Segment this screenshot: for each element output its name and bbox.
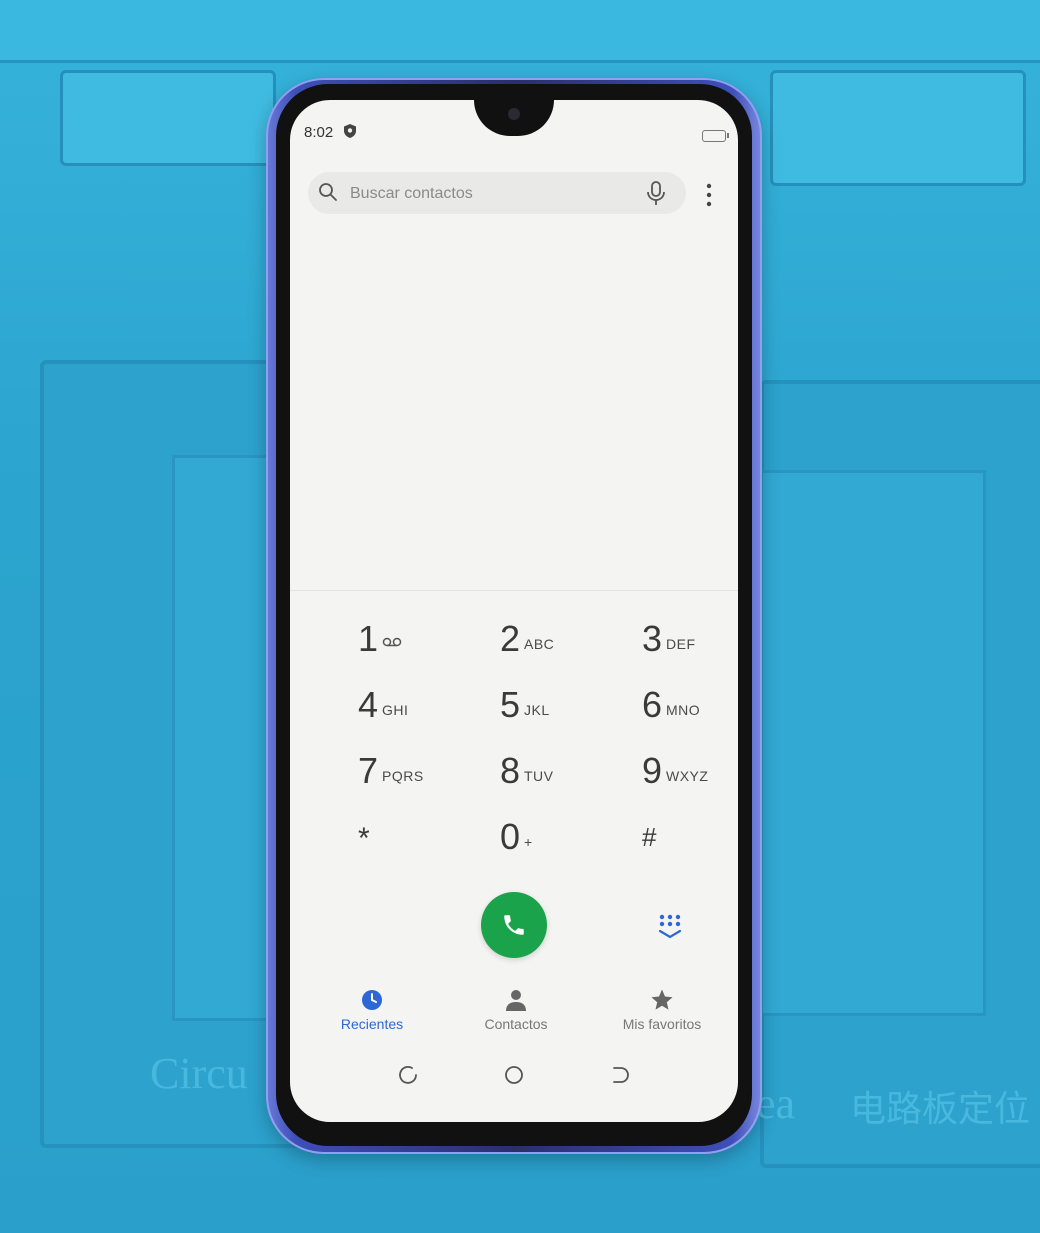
key-digit: * bbox=[358, 822, 370, 855]
dial-key-7[interactable]: 7 PQRS bbox=[358, 750, 478, 806]
mat-print-text: Circu bbox=[150, 1049, 248, 1098]
dialpad: 1 2 ABC 3 DEF 4 GHI 5 JKL 6 MNO 7 PQRS 8… bbox=[290, 600, 738, 870]
call-button[interactable] bbox=[481, 892, 547, 958]
phone: 8:02 Buscar contactos 1 2 ABC 3 DEF 4 GH… bbox=[266, 78, 762, 1154]
mat-slot bbox=[60, 70, 276, 166]
notch bbox=[474, 100, 554, 136]
voicemail-icon bbox=[382, 637, 402, 647]
key-letters: WXYZ bbox=[666, 768, 709, 784]
tab-label: Recientes bbox=[340, 1016, 404, 1032]
dial-key-1[interactable]: 1 bbox=[358, 618, 478, 674]
dial-key-5[interactable]: 5 JKL bbox=[500, 684, 620, 740]
key-digit: 1 bbox=[358, 618, 379, 659]
tab-recientes[interactable]: Recientes bbox=[312, 988, 432, 1044]
tab-mis-favoritos[interactable]: Mis favoritos bbox=[602, 988, 722, 1044]
key-letters: PQRS bbox=[382, 768, 424, 784]
phone-screen: 8:02 Buscar contactos 1 2 ABC 3 DEF 4 GH… bbox=[290, 100, 738, 1122]
dial-key-4[interactable]: 4 GHI bbox=[358, 684, 478, 740]
shield-icon bbox=[344, 124, 356, 138]
dial-key-hash[interactable]: # bbox=[642, 816, 738, 872]
key-letters: GHI bbox=[382, 702, 409, 718]
more-options-icon[interactable] bbox=[704, 182, 714, 208]
key-digit: 4 bbox=[358, 684, 379, 725]
key-letters: ABC bbox=[524, 636, 555, 652]
search-icon bbox=[319, 183, 337, 201]
home-nav-icon[interactable] bbox=[503, 1064, 525, 1086]
key-letters: MNO bbox=[666, 702, 701, 718]
mat-slot bbox=[770, 70, 1026, 186]
phone-icon bbox=[504, 915, 524, 935]
dial-key-9[interactable]: 9 WXYZ bbox=[642, 750, 738, 806]
key-letters: + bbox=[524, 834, 533, 850]
key-digit: 8 bbox=[500, 750, 521, 791]
search-input[interactable] bbox=[348, 182, 642, 206]
battery-icon bbox=[702, 130, 729, 142]
key-letters: DEF bbox=[666, 636, 696, 652]
tab-label: Contactos bbox=[484, 1016, 548, 1032]
key-digit: 9 bbox=[642, 750, 663, 791]
divider bbox=[290, 590, 738, 591]
dial-key-6[interactable]: 6 MNO bbox=[642, 684, 738, 740]
dial-key-0[interactable]: 0 + bbox=[500, 816, 620, 872]
key-digit: 7 bbox=[358, 750, 379, 791]
key-digit: 5 bbox=[500, 684, 521, 725]
key-digit: 0 bbox=[500, 816, 521, 857]
dialpad-toggle-icon[interactable] bbox=[656, 912, 684, 940]
mat-top-rail bbox=[0, 0, 1040, 63]
key-digit: 6 bbox=[642, 684, 663, 725]
key-letters: JKL bbox=[524, 702, 550, 718]
back-nav-icon[interactable] bbox=[608, 1064, 630, 1086]
clock-icon bbox=[362, 990, 382, 1010]
recent-apps-nav-icon[interactable] bbox=[398, 1064, 420, 1086]
key-digit: 2 bbox=[500, 618, 521, 659]
search-bar[interactable] bbox=[308, 172, 686, 214]
mat-inner-right bbox=[760, 470, 986, 1016]
front-camera bbox=[508, 108, 520, 120]
mic-icon[interactable] bbox=[644, 180, 668, 206]
dial-key-8[interactable]: 8 TUV bbox=[500, 750, 620, 806]
mat-print-cjk: 电路板定位 bbox=[850, 1089, 1031, 1130]
status-time: 8:02 bbox=[304, 124, 334, 141]
person-icon bbox=[506, 990, 526, 1011]
star-icon bbox=[651, 989, 673, 1010]
dial-key-2[interactable]: 2 ABC bbox=[500, 618, 620, 674]
key-digit: 3 bbox=[642, 618, 663, 659]
dial-key-3[interactable]: 3 DEF bbox=[642, 618, 738, 674]
tab-contactos[interactable]: Contactos bbox=[456, 988, 576, 1044]
dial-key-star[interactable]: * bbox=[358, 816, 478, 872]
tab-label: Mis favoritos bbox=[622, 1016, 702, 1032]
key-digit: # bbox=[642, 822, 657, 852]
key-letters: TUV bbox=[524, 768, 554, 784]
